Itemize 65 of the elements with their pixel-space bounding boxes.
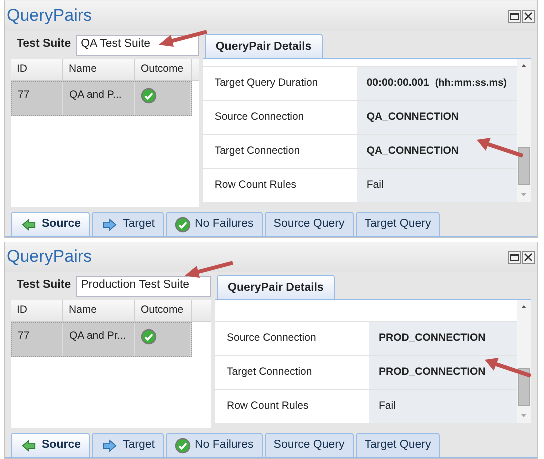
window-title: QueryPairs — [7, 5, 92, 28]
tab[interactable]: Source Query — [264, 212, 354, 236]
property-value: Fail — [379, 398, 396, 414]
close-icon — [524, 252, 533, 262]
scroll-down-icon — [520, 191, 528, 199]
column-header[interactable]: Outcome — [135, 59, 192, 80]
tab[interactable]: Source Query — [264, 433, 354, 457]
table-cell: QA and Pr... — [63, 323, 135, 356]
scroll-thumb[interactable] — [518, 147, 530, 185]
scroll-up-icon — [520, 62, 528, 70]
property-value: Fail — [366, 178, 384, 193]
column-header[interactable]: ID — [11, 59, 63, 80]
maximize-button[interactable] — [508, 250, 521, 264]
scrollbar[interactable] — [517, 59, 531, 202]
field-label: Test Suite — [17, 37, 72, 52]
tab[interactable]: Source — [11, 212, 90, 236]
table-cell: QA and P... — [63, 82, 135, 115]
scrollbar[interactable] — [517, 300, 531, 423]
right-arrow-icon — [101, 218, 119, 232]
window-title: QueryPairs — [7, 246, 92, 268]
grid-row[interactable]: 77 QA and Pr... — [11, 322, 192, 357]
table-cell: 77 — [12, 82, 64, 115]
left-arrow-icon — [20, 218, 38, 232]
field-label: Test Suite — [17, 278, 72, 294]
column-header[interactable]: ID — [11, 300, 63, 321]
property-value: 00:00:00.001 — [366, 76, 430, 91]
scroll-up-icon — [520, 303, 528, 311]
maximize-icon — [510, 254, 519, 260]
tab[interactable]: No Failures — [166, 433, 263, 457]
tab[interactable]: Target Query — [356, 212, 440, 236]
maximize-icon — [510, 12, 519, 20]
property-value: PROD_CONNECTION — [379, 330, 486, 346]
tab[interactable]: No Failures — [166, 212, 263, 236]
details-tab[interactable]: QueryPair Details — [217, 275, 335, 299]
property-value: QA_CONNECTION — [366, 144, 460, 159]
test-suite-field[interactable]: Production Test Suite — [76, 276, 211, 296]
close-icon — [524, 12, 533, 20]
table-cell: 77 — [12, 323, 64, 356]
property-value: QA_CONNECTION — [366, 110, 460, 125]
annotation-arrow — [483, 356, 533, 380]
annotation-arrow — [475, 136, 525, 160]
test-suite-field[interactable]: QA Test Suite — [76, 34, 199, 56]
left-arrow-icon — [20, 438, 38, 452]
details-tab[interactable]: QueryPair Details — [204, 34, 323, 58]
property-value: PROD_CONNECTION — [379, 364, 486, 380]
tab[interactable]: Source — [11, 433, 90, 457]
right-arrow-icon — [101, 438, 119, 452]
maximize-button[interactable] — [508, 10, 521, 22]
check-icon — [140, 329, 157, 345]
scroll-down-icon — [520, 412, 528, 420]
annotation-arrow — [183, 260, 235, 280]
close-button[interactable] — [522, 250, 535, 264]
grid-row[interactable]: 77 QA and P... — [11, 81, 192, 116]
column-header[interactable]: Name — [63, 59, 135, 80]
annotation-arrow — [157, 29, 209, 49]
column-header[interactable]: Name — [63, 300, 135, 321]
check-icon — [174, 438, 191, 454]
check-icon — [140, 88, 157, 104]
tab[interactable]: Target — [92, 433, 164, 457]
close-button[interactable] — [522, 10, 535, 22]
tab[interactable]: Target — [92, 212, 164, 236]
column-header[interactable]: Outcome — [135, 300, 192, 321]
check-icon — [174, 216, 191, 232]
unit-note: (hh:mm:ss.ms) — [435, 77, 507, 91]
tab[interactable]: Target Query — [356, 433, 440, 457]
